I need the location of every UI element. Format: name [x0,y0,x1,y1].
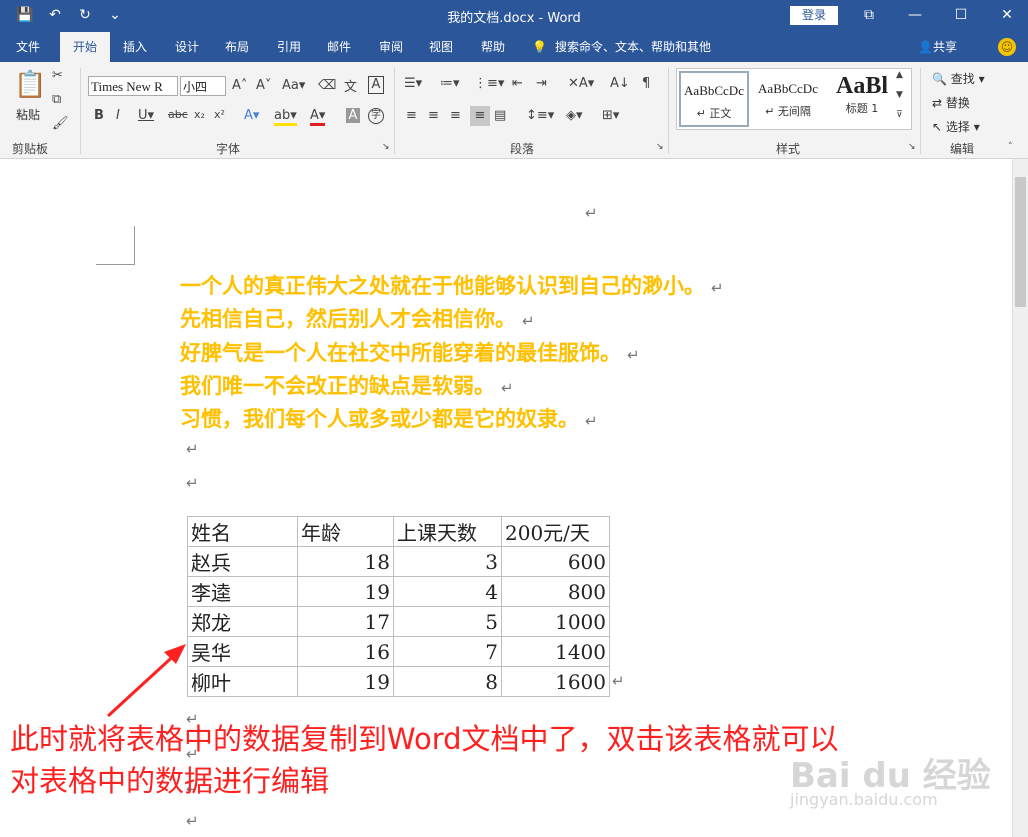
watermark-url: jingyan.baidu.com [790,790,938,809]
annotation-caption: 此时就将表格中的数据复制到Word文档中了，双击该表格就可以 [10,722,839,756]
annotation-arrow-icon [106,644,186,718]
annotation-caption: 对表格中的数据进行编辑 [10,764,330,798]
